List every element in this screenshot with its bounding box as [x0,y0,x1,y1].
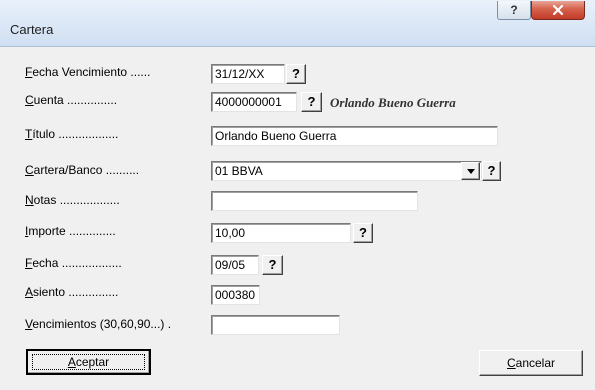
cartera-banco-select[interactable]: 01 BBVA [211,161,482,181]
cuenta-help-button[interactable]: ? [301,92,322,112]
importe-field[interactable]: 10,00 [211,223,351,243]
help-icon: ? [498,1,530,19]
fecha-field[interactable]: 09/05 [211,255,259,275]
titulo-field[interactable]: Orlando Bueno Guerra [211,126,498,146]
vencimientos-field[interactable] [211,315,340,335]
close-icon [532,1,584,19]
fecha-help-button[interactable]: ? [262,255,283,275]
cartera-banco-help-button[interactable]: ? [482,161,501,181]
titulo-label: Título .................. [25,127,119,141]
notas-field[interactable] [211,191,418,211]
asiento-field[interactable]: 000380 [211,285,260,305]
fecha-vencimiento-label: Fecha Vencimiento ...... [25,65,151,79]
cuenta-field[interactable]: 4000000001 [211,92,297,112]
close-button[interactable] [531,1,585,20]
asiento-label: Asiento ............... [25,285,119,299]
aceptar-button[interactable]: Aceptar [26,349,151,375]
vencimientos-label: Vencimientos (30,60,90...) . [25,317,172,331]
dialog-body: Fecha Vencimiento ...... 31/12/XX ? Cuen… [0,47,595,390]
focus-indicator [32,354,145,370]
svg-text:?: ? [510,3,517,17]
fecha-vencimiento-field[interactable]: 31/12/XX [211,64,285,84]
help-title-button[interactable]: ? [497,1,531,20]
fecha-vencimiento-help-button[interactable]: ? [286,64,306,84]
cancelar-button[interactable]: Cancelar [479,350,583,376]
fecha-label: Fecha .................. [25,256,122,270]
chevron-down-icon[interactable] [461,162,480,180]
importe-help-button[interactable]: ? [353,223,373,243]
window-title: Cartera [10,22,54,37]
notas-label: Notas .................. [25,193,120,207]
cartera-banco-label: Cartera/Banco .......... [25,163,140,177]
cancelar-label: Cancelar [506,356,556,370]
importe-label: Importe .............. [25,224,116,238]
cuenta-label: Cuenta ............... [25,93,118,107]
title-bar: Cartera ? [0,0,595,47]
cuenta-name: Orlando Bueno Guerra [330,95,456,110]
